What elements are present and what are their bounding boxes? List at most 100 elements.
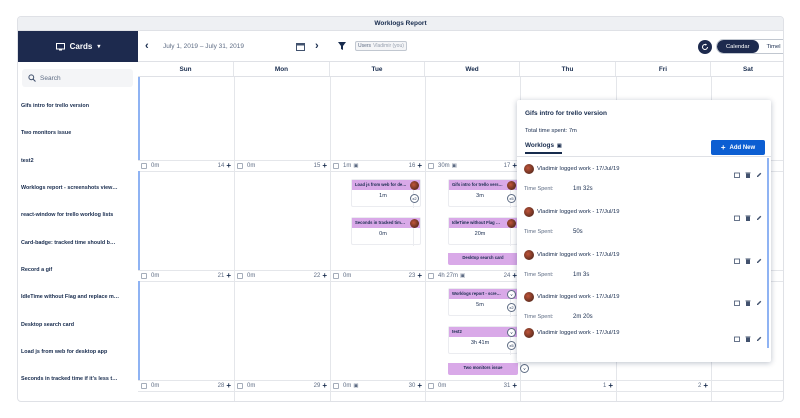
- day-cell[interactable]: 0m ▣ 30 +: [330, 380, 425, 391]
- day-cell[interactable]: 0m 29 +: [234, 380, 330, 391]
- worklog-card[interactable]: Load js from web for de… 1m x2: [351, 179, 421, 208]
- card-list-item[interactable]: Desktop search card: [18, 311, 138, 339]
- add-worklog-icon[interactable]: +: [417, 381, 422, 390]
- worklog-card[interactable]: Two monitors issue v: [448, 363, 529, 375]
- edit-icon[interactable]: [756, 329, 762, 341]
- avatar: [507, 219, 516, 228]
- trash-icon[interactable]: [745, 293, 751, 306]
- trash-icon[interactable]: [745, 208, 751, 221]
- attachment-icon[interactable]: ▣: [353, 163, 358, 169]
- edit-icon[interactable]: [756, 165, 762, 177]
- day-cell[interactable]: 2 +: [616, 380, 711, 391]
- day-number: 30: [408, 382, 416, 389]
- edit-icon[interactable]: [756, 208, 762, 220]
- day-checkbox[interactable]: [141, 162, 147, 169]
- screenshot-icon[interactable]: [734, 329, 740, 342]
- worklog-card[interactable]: Gifs intro for trello vers… 3m x5: [448, 179, 518, 208]
- day-checkbox[interactable]: [428, 272, 434, 279]
- card-list-item[interactable]: test2: [18, 148, 138, 175]
- card-list-item[interactable]: Card-badge: tracked time should b…: [18, 229, 138, 257]
- calendar-view-button[interactable]: Calendar: [717, 40, 759, 53]
- day-cell[interactable]: 30m ▣ 17 +: [425, 160, 520, 171]
- add-worklog-icon[interactable]: +: [322, 271, 327, 280]
- add-worklog-icon[interactable]: +: [512, 381, 517, 390]
- edit-icon[interactable]: [756, 251, 762, 263]
- card-list-item[interactable]: Seconds in tracked time if it's less t…: [18, 366, 138, 394]
- day-checkbox[interactable]: [141, 382, 147, 389]
- trash-icon[interactable]: [745, 251, 751, 264]
- card-list-item[interactable]: Worklogs report - screenshots view…: [18, 175, 138, 203]
- attachment-icon[interactable]: ▣: [353, 383, 358, 389]
- add-worklog-icon[interactable]: +: [322, 381, 327, 390]
- worklog-card[interactable]: IdleTime without Flag … 20m: [448, 217, 518, 246]
- day-cell[interactable]: 0m 23 +: [330, 270, 425, 281]
- day-cell[interactable]: 0m 28 +: [138, 380, 234, 391]
- card-list-item[interactable]: Gifs intro for trello version: [18, 93, 138, 121]
- add-worklog-icon[interactable]: +: [226, 381, 231, 390]
- worklog-card[interactable]: Worklogs report - scre… 5m v x2: [448, 288, 518, 317]
- add-worklog-icon[interactable]: +: [417, 271, 422, 280]
- day-checkbox[interactable]: [333, 382, 339, 389]
- day-cell[interactable]: 1m ▣ 16 +: [330, 160, 425, 171]
- attachment-icon[interactable]: ▣: [460, 273, 465, 279]
- add-new-button[interactable]: + Add New: [711, 140, 765, 155]
- search-input[interactable]: Search: [22, 69, 133, 87]
- day-checkbox[interactable]: [141, 272, 147, 279]
- add-worklog-icon[interactable]: +: [608, 381, 613, 390]
- screenshot-icon[interactable]: [734, 293, 740, 306]
- prev-period-button[interactable]: ‹: [145, 40, 149, 52]
- add-worklog-icon[interactable]: +: [226, 271, 231, 280]
- day-checkbox[interactable]: [428, 162, 434, 169]
- attachment-icon[interactable]: ▣: [452, 163, 457, 169]
- worklog-card[interactable]: Desktop search card: [448, 253, 529, 265]
- worklog-card[interactable]: Seconds in tracked tim… 0m: [351, 217, 421, 246]
- add-worklog-icon[interactable]: +: [703, 381, 708, 390]
- day-cell[interactable]: 0m 31 +: [425, 380, 520, 391]
- tab-worklogs[interactable]: Worklogs ▣: [525, 142, 562, 154]
- day-total: 0m: [438, 382, 447, 389]
- day-checkbox[interactable]: [333, 162, 339, 169]
- add-worklog-icon[interactable]: +: [226, 161, 231, 170]
- add-worklog-icon[interactable]: +: [417, 161, 422, 170]
- day-cell[interactable]: 1 +: [520, 380, 616, 391]
- cards-dropdown-button[interactable]: Cards ▾: [18, 31, 138, 62]
- day-number: 28: [217, 382, 225, 389]
- card-list-item[interactable]: Record a gif: [18, 257, 138, 285]
- card-list-item[interactable]: Two monitors issue: [18, 120, 138, 148]
- expand-icon[interactable]: v: [507, 290, 516, 299]
- next-period-button[interactable]: ›: [315, 40, 319, 52]
- card-title: Desktop search card: [448, 253, 518, 263]
- filter-icon[interactable]: [338, 40, 348, 51]
- calendar-icon[interactable]: [296, 40, 308, 52]
- screenshot-icon[interactable]: [734, 165, 740, 178]
- trash-icon[interactable]: [745, 329, 751, 342]
- users-filter[interactable]: Users Vladimir (you): [355, 41, 407, 51]
- day-cell[interactable]: 0m 15 +: [234, 160, 330, 171]
- trash-icon[interactable]: [745, 165, 751, 178]
- day-cell[interactable]: 0m 14 +: [138, 160, 234, 171]
- card-list-item[interactable]: Load js from web for desktop app: [18, 339, 138, 366]
- day-cell[interactable]: 4h 27m ▣ 24 +: [425, 270, 520, 281]
- popup-scrollbar[interactable]: [767, 158, 769, 348]
- avatar: [507, 181, 516, 190]
- worklog-entry: Vladimir logged work - 17/Jul/19: [522, 326, 764, 346]
- timeline-view-button[interactable]: Timel: [759, 40, 783, 53]
- day-checkbox[interactable]: [428, 382, 434, 389]
- expand-icon[interactable]: v: [520, 364, 529, 373]
- add-worklog-icon[interactable]: +: [322, 161, 327, 170]
- edit-icon[interactable]: [756, 293, 762, 305]
- screenshot-icon[interactable]: [734, 251, 740, 264]
- worklog-card[interactable]: test2 3h 41m v x5: [448, 326, 518, 355]
- day-checkbox[interactable]: [333, 272, 339, 279]
- day-checkbox[interactable]: [237, 272, 243, 279]
- day-checkbox[interactable]: [237, 162, 243, 169]
- screenshot-icon[interactable]: [734, 208, 740, 221]
- refresh-button[interactable]: [698, 40, 712, 54]
- day-checkbox[interactable]: [237, 382, 243, 389]
- card-list-item[interactable]: IdleTime without Flag and replace m…: [18, 284, 138, 312]
- expand-icon[interactable]: v: [507, 328, 516, 337]
- card-list-item[interactable]: react-window for trello worklog lists: [18, 202, 138, 230]
- worklog-author: Vladimir logged work - 17/Jul/19: [537, 209, 620, 215]
- day-cell[interactable]: 0m 22 +: [234, 270, 330, 281]
- day-cell[interactable]: 0m 21 +: [138, 270, 234, 281]
